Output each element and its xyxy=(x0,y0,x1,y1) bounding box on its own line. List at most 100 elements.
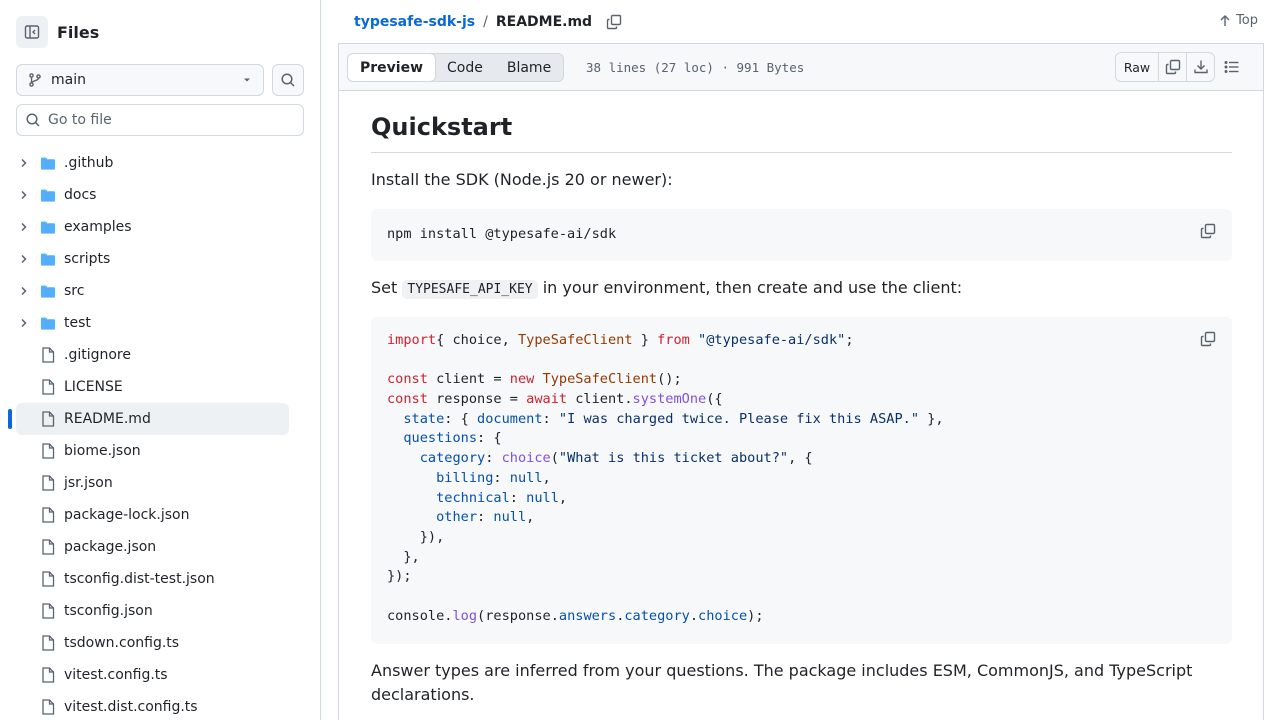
download-icon xyxy=(1193,60,1208,74)
tree-folder[interactable]: test xyxy=(16,307,289,339)
raw-button[interactable]: Raw xyxy=(1116,53,1158,81)
code-token: category xyxy=(624,607,690,624)
branch-name: main xyxy=(51,72,86,88)
code-token: ); xyxy=(747,607,764,624)
tree-folder[interactable]: scripts xyxy=(16,243,289,275)
code-token: : xyxy=(542,410,559,427)
code-token: choice xyxy=(501,450,551,467)
tree-item-label: examples xyxy=(64,219,132,235)
file-icon xyxy=(40,507,56,523)
file-icon xyxy=(40,347,56,363)
file-icon xyxy=(40,635,56,651)
tree-file[interactable]: tsconfig.json xyxy=(16,595,289,627)
tree-item-label: tsconfig.json xyxy=(64,603,153,619)
tree-file[interactable]: LICENSE xyxy=(16,371,289,403)
tree-item-label: package-lock.json xyxy=(64,507,190,523)
code-token: , xyxy=(558,489,568,506)
code-token: "What is this ticket about?" xyxy=(558,450,789,467)
sidebar-header: Files xyxy=(16,16,99,48)
code-token: } xyxy=(632,332,658,348)
code-token: null xyxy=(493,509,527,526)
tree-folder[interactable]: src xyxy=(16,275,289,307)
download-button[interactable] xyxy=(1186,53,1214,81)
code-token: : xyxy=(485,450,502,467)
tree-file[interactable]: vitest.dist.config.ts xyxy=(16,691,289,720)
copy-raw-button[interactable] xyxy=(1158,53,1186,81)
copy-path-button[interactable] xyxy=(604,12,624,32)
chevron-right-icon[interactable] xyxy=(16,315,32,331)
code-token: "I was charged twice. Please fix this AS… xyxy=(558,410,920,427)
code-line: }), xyxy=(387,528,1216,548)
code-token: "@typesafe-ai/sdk" xyxy=(698,332,846,348)
sidebar-collapse-icon xyxy=(24,25,40,39)
go-to-file-box xyxy=(16,104,304,136)
code-token: }, xyxy=(387,548,420,565)
tree-folder[interactable]: examples xyxy=(16,211,289,243)
tab-preview[interactable]: Preview xyxy=(347,53,437,82)
code-token: TypeSafeClient xyxy=(542,371,658,388)
code-token: , xyxy=(526,509,535,526)
tree-file[interactable]: jsr.json xyxy=(16,467,289,499)
view-mode-tabs: Preview Code Blame xyxy=(347,53,565,82)
code-token: client = xyxy=(427,371,510,388)
chevron-right-icon[interactable] xyxy=(16,155,32,171)
copy-code-button[interactable] xyxy=(1198,221,1218,241)
chevron-right-icon[interactable] xyxy=(16,219,32,235)
chevron-right-icon[interactable] xyxy=(16,187,32,203)
file-tree-sidebar: Files main .github docs examples scripts src… xyxy=(0,0,321,720)
code-token: }, xyxy=(919,410,944,427)
breadcrumb-repo-link[interactable]: typesafe-sdk-js xyxy=(354,14,475,30)
tree-file[interactable]: package-lock.json xyxy=(16,499,289,531)
code-line: import{ choice, TypeSafeClient } from "@… xyxy=(387,331,1216,351)
go-to-file-input[interactable] xyxy=(48,112,288,128)
tree-item-label: vitest.config.ts xyxy=(64,667,168,683)
tree-file[interactable]: tsconfig.dist-test.json xyxy=(16,563,289,595)
tree-file[interactable]: .gitignore xyxy=(16,339,289,371)
file-icon xyxy=(40,699,56,715)
tree-file[interactable]: tsdown.config.ts xyxy=(16,627,289,659)
folder-icon xyxy=(40,251,56,267)
tab-blame[interactable]: Blame xyxy=(495,54,563,81)
tree-folder[interactable]: docs xyxy=(16,179,289,211)
outline-button[interactable] xyxy=(1221,57,1243,77)
tab-code[interactable]: Code xyxy=(435,54,495,81)
tree-file[interactable]: biome.json xyxy=(16,435,289,467)
arrow-up-icon xyxy=(1220,14,1230,26)
code-line: }); xyxy=(387,567,1216,587)
env-text-before: Set xyxy=(371,278,398,297)
tree-item-label: LICENSE xyxy=(64,379,123,395)
code-token: null xyxy=(509,469,543,486)
breadcrumb-separator: / xyxy=(483,13,488,30)
code-token: , { xyxy=(788,450,813,467)
code-token: : { xyxy=(477,430,502,447)
tree-file[interactable]: vitest.config.ts xyxy=(16,659,289,691)
scroll-to-top-link[interactable]: Top xyxy=(1218,13,1258,28)
tree-file[interactable]: README.md xyxy=(8,403,289,435)
branch-selector[interactable]: main xyxy=(16,64,264,96)
code-token: : { xyxy=(444,410,478,427)
code-line: other: null, xyxy=(387,508,1216,528)
chevron-right-icon[interactable] xyxy=(16,251,32,267)
copy-icon xyxy=(1200,331,1216,347)
breadcrumb-file-name: README.md xyxy=(495,13,593,30)
code-token: import xyxy=(387,332,437,348)
collapse-sidebar-button[interactable] xyxy=(16,16,48,48)
search-files-button[interactable] xyxy=(272,64,304,96)
code-token: { choice, xyxy=(436,332,518,348)
code-line: const client = new TypeSafeClient(); xyxy=(387,370,1216,390)
list-unordered-icon xyxy=(1224,61,1239,73)
tree-item-label: tsconfig.dist-test.json xyxy=(64,571,215,587)
chevron-right-icon[interactable] xyxy=(16,283,32,299)
env-paragraph: Set TYPESAFE_API_KEY in your environment… xyxy=(371,276,962,302)
readme-content: Quickstart Install the SDK (Node.js 20 o… xyxy=(338,91,1264,720)
code-token: : xyxy=(477,509,494,526)
tree-folder[interactable]: .github xyxy=(16,147,289,179)
copy-code-button[interactable] xyxy=(1198,329,1218,349)
answer-types-paragraph: Answer types are inferred from your ques… xyxy=(371,661,1193,704)
tree-file[interactable]: package.json xyxy=(16,531,289,563)
